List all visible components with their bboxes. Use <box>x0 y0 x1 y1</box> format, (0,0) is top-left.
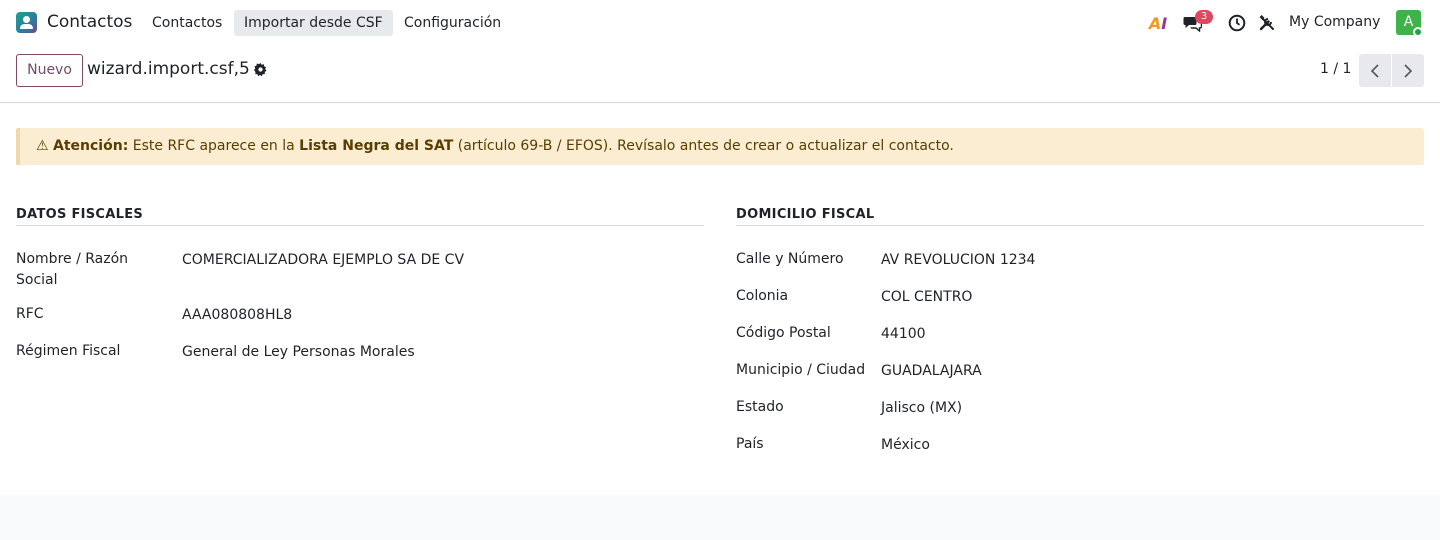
app-name[interactable]: Contactos <box>47 12 132 32</box>
ai-icon[interactable]: AI <box>1148 12 1168 34</box>
field-value-colonia[interactable]: COL CENTRO <box>881 287 972 308</box>
blacklist-warning-alert: ⚠ Atención: Este RFC aparece en la Lista… <box>16 128 1424 165</box>
field-value-calle[interactable]: AV REVOLUCION 1234 <box>881 250 1035 271</box>
new-button[interactable]: Nuevo <box>16 54 83 87</box>
pager-value[interactable]: 1 / 1 <box>1320 61 1351 77</box>
domicilio-fiscal-divider <box>736 225 1424 226</box>
field-label-estado: Estado <box>736 399 784 415</box>
field-value-estado[interactable]: Jalisco (MX) <box>881 398 962 419</box>
field-value-codigo-postal[interactable]: 44100 <box>881 324 926 345</box>
alert-text-2: (artículo 69-B / EFOS). Revísalo antes d… <box>453 138 954 154</box>
datos-fiscales-divider <box>16 225 704 226</box>
top-navbar: Contactos Contactos Importar desde CSF C… <box>0 0 1440 46</box>
field-label-pais: País <box>736 436 764 452</box>
field-value-municipio[interactable]: GUADALAJARA <box>881 361 982 382</box>
control-panel: Nuevo wizard.import.csf,5 1 / 1 <box>0 46 1440 103</box>
contacts-app-icon[interactable] <box>16 12 37 33</box>
field-label-razon-social: Nombre / Razón Social <box>16 251 129 288</box>
gear-icon[interactable] <box>253 62 268 77</box>
field-label-municipio: Municipio / Ciudad <box>736 362 866 378</box>
domicilio-fiscal-title: DOMICILIO FISCAL <box>736 207 875 222</box>
field-value-pais[interactable]: México <box>881 435 930 456</box>
chevron-left-icon <box>1370 63 1379 78</box>
warning-icon: ⚠ <box>36 138 49 154</box>
field-value-rfc[interactable]: AAA080808HL8 <box>182 305 292 326</box>
menu-configuracion[interactable]: Configuración <box>394 10 511 36</box>
activity-clock-icon[interactable] <box>1227 12 1247 34</box>
datos-fiscales-title: DATOS FISCALES <box>16 207 144 222</box>
field-label-codigo-postal: Código Postal <box>736 325 831 341</box>
messages-count-badge: 3 <box>1195 10 1213 24</box>
field-label-colonia: Colonia <box>736 288 789 304</box>
tools-icon[interactable] <box>1257 12 1277 34</box>
alert-prefix: Atención: <box>53 138 129 154</box>
company-switcher[interactable]: My Company <box>1289 14 1380 30</box>
field-label-regimen-fiscal: Régimen Fiscal <box>16 343 121 359</box>
field-label-calle: Calle y Número <box>736 251 844 267</box>
menu-contactos[interactable]: Contactos <box>142 10 232 36</box>
menu-importar-desde-csf[interactable]: Importar desde CSF <box>234 10 393 36</box>
alert-text-1: Este RFC aparece en la <box>128 138 300 154</box>
field-value-razon-social[interactable]: COMERCIALIZADORA EJEMPLO SA DE CV <box>182 250 464 271</box>
chevron-right-icon <box>1404 63 1413 78</box>
field-label-rfc: RFC <box>16 306 44 322</box>
pager-next-button[interactable] <box>1392 54 1424 87</box>
record-breadcrumb: wizard.import.csf,5 <box>87 59 250 79</box>
online-status-dot <box>1413 27 1423 37</box>
field-value-regimen-fiscal[interactable]: General de Ley Personas Morales <box>182 342 415 363</box>
pager-previous-button[interactable] <box>1359 54 1391 87</box>
alert-list-name: Lista Negra del SAT <box>299 138 454 154</box>
form-sheet: ⚠ Atención: Este RFC aparece en la Lista… <box>0 104 1440 495</box>
